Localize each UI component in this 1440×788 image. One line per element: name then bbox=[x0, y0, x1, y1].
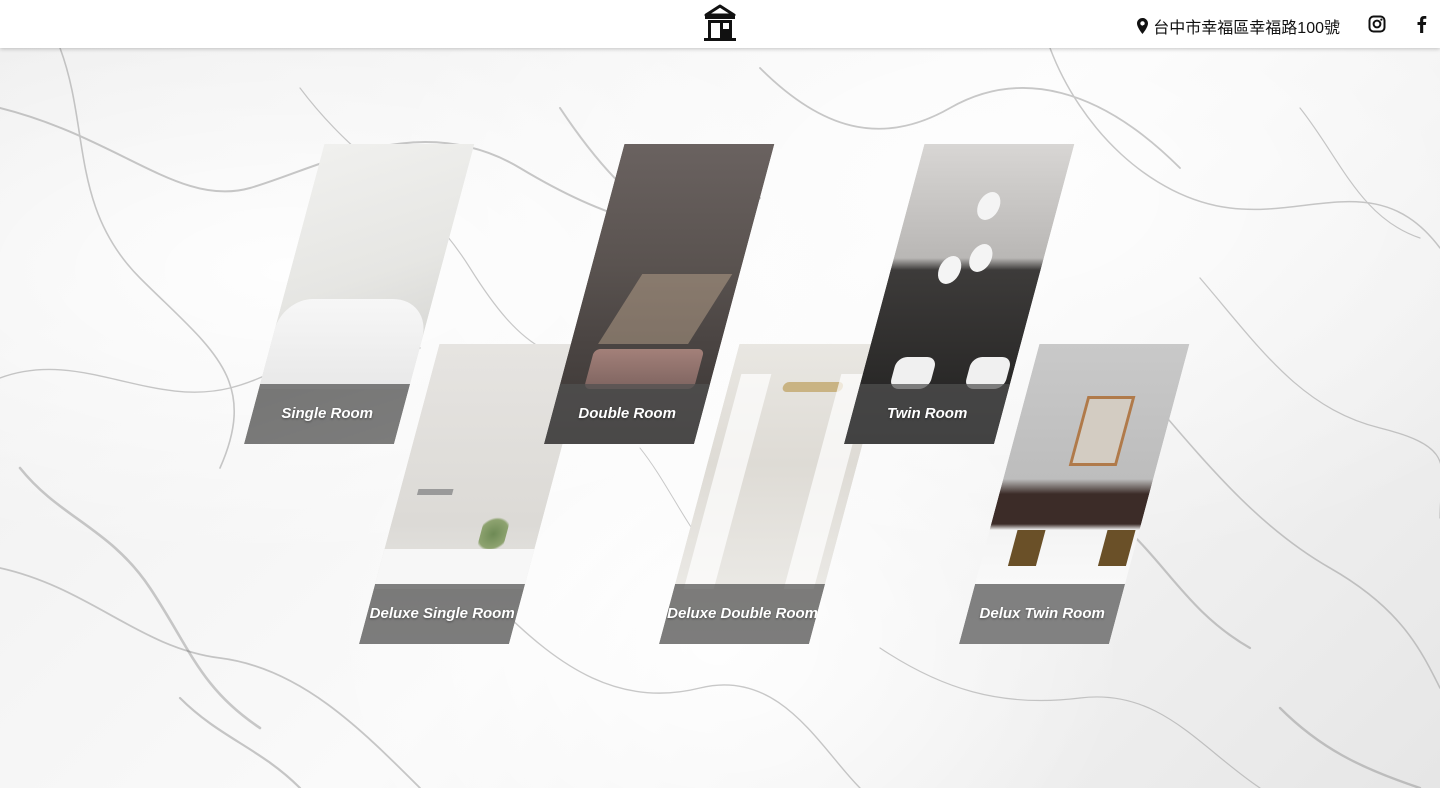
room-caption: Double Room bbox=[544, 384, 711, 444]
facebook-icon[interactable] bbox=[1413, 15, 1431, 33]
room-caption: Twin Room bbox=[844, 384, 1011, 444]
room-name: Twin Room bbox=[887, 405, 968, 422]
room-caption: Deluxe Single Room bbox=[359, 584, 526, 644]
room-name: Double Room bbox=[578, 405, 676, 422]
map-pin-icon bbox=[1137, 18, 1149, 34]
address-text: 台中市幸福區幸福路100號 bbox=[1153, 20, 1340, 37]
house-logo-icon[interactable] bbox=[703, 3, 737, 41]
address: 台中市幸福區幸福路100號 bbox=[1137, 14, 1340, 38]
site-header: 台中市幸福區幸福路100號 bbox=[0, 0, 1440, 48]
room-name: Deluxe Double Room bbox=[667, 605, 819, 622]
instagram-icon[interactable] bbox=[1368, 15, 1386, 33]
room-caption: Delux Twin Room bbox=[959, 584, 1126, 644]
room-name: Delux Twin Room bbox=[979, 605, 1105, 622]
room-name: Single Room bbox=[281, 405, 374, 422]
room-name: Deluxe Single Room bbox=[369, 605, 515, 622]
room-caption: Single Room bbox=[244, 384, 411, 444]
room-caption: Deluxe Double Room bbox=[659, 584, 826, 644]
